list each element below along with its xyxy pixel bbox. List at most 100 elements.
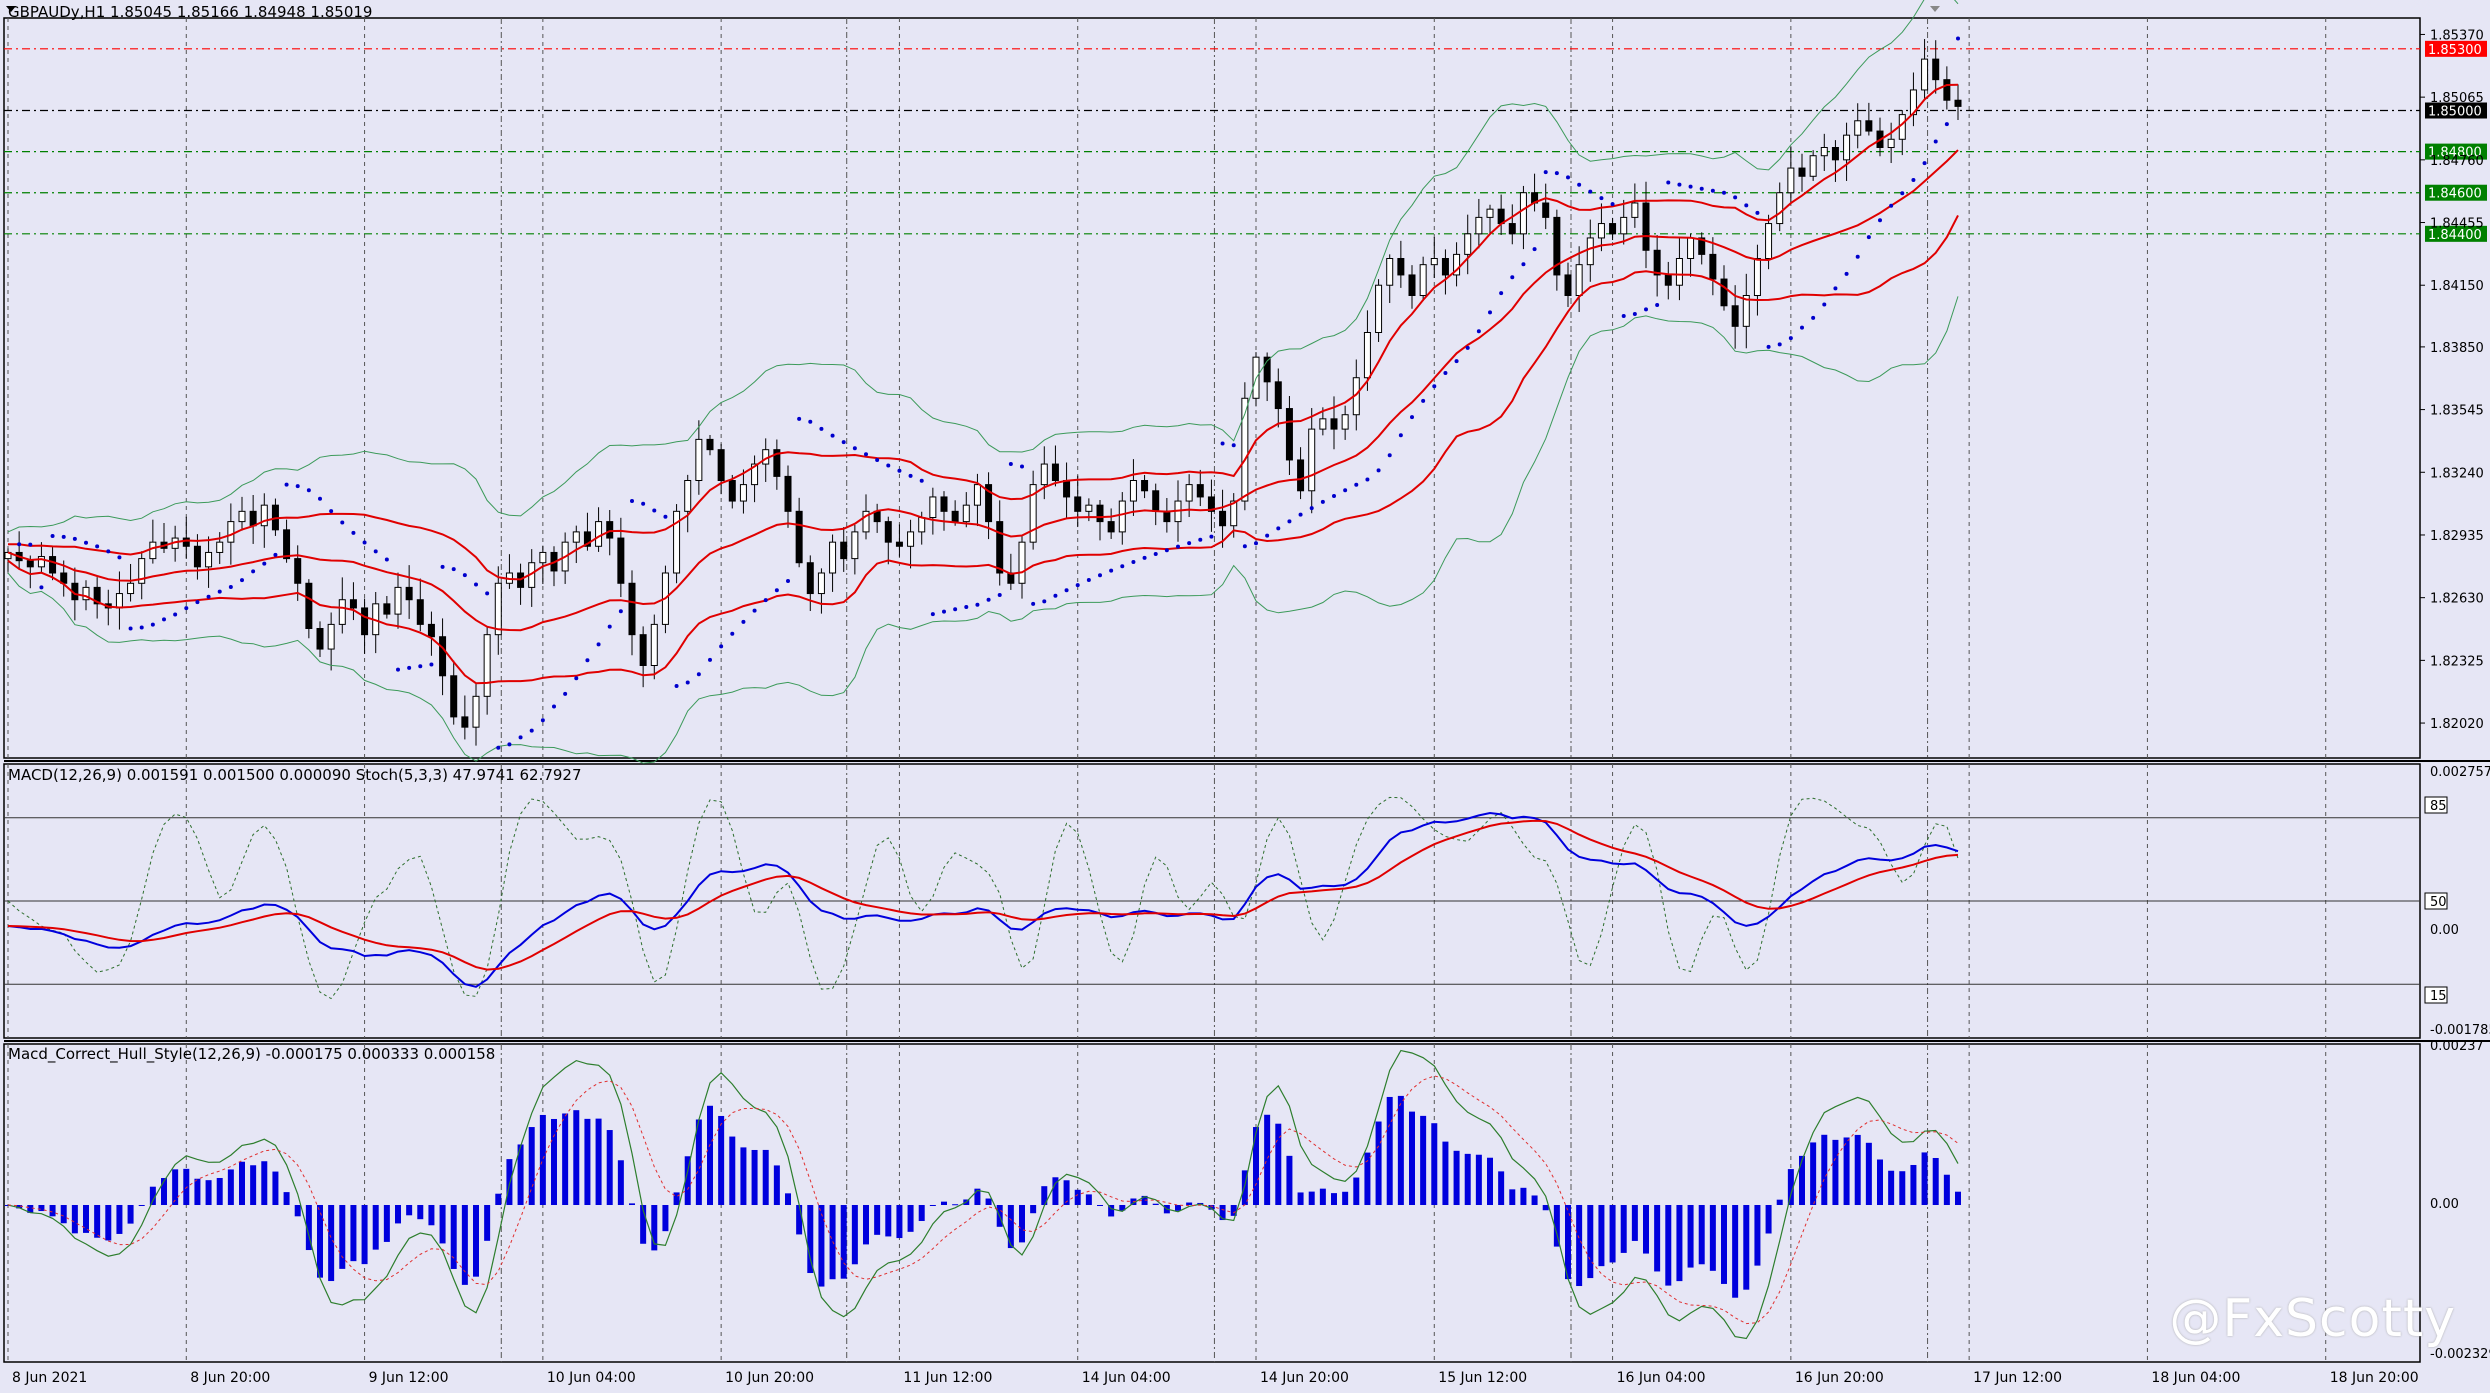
parabolic-sar-dot [1231,443,1236,448]
parabolic-sar-dot [429,662,434,667]
hull-histogram-bar [907,1205,914,1232]
parabolic-sar-dot [1421,398,1426,403]
candle-body [182,537,190,547]
parabolic-sar-dot [17,542,22,547]
candle-body [1486,208,1494,218]
macd-stoch-title: MACD(12,26,9) 0.001591 0.001500 0.000090… [8,766,582,784]
parabolic-sar-dot [1900,191,1905,196]
hull-histogram-bar [272,1171,279,1205]
parabolic-sar-dot [540,718,545,723]
hull-histogram-bar [116,1205,123,1234]
candle-body [1597,223,1605,239]
hull-histogram-bar [194,1178,201,1205]
parabolic-sar-dot [908,473,913,478]
parabolic-sar-dot [228,585,233,590]
candle-body [1687,237,1695,259]
hull-histogram-bar [562,1113,569,1205]
hull-histogram-bar [1676,1205,1683,1282]
candle-body [472,695,480,728]
parabolic-sar-dot [1209,534,1214,539]
hull-histogram-bar [1732,1205,1739,1298]
y-tick-label: 1.84150 [2430,279,2484,294]
hull-histogram-bar [1420,1115,1427,1205]
parabolic-sar-dot [919,478,924,483]
candle-body [1843,134,1851,161]
candle-body [639,634,647,667]
hull-histogram-bar [1531,1195,1538,1205]
candle-body [1341,414,1349,430]
candle-body [1586,237,1594,266]
candle-body [1051,463,1059,481]
macd-line [7,811,1959,988]
candle-body [806,562,814,595]
hull-histogram-bar [1854,1134,1861,1205]
candle-body [951,510,959,523]
parabolic-sar-dot [685,680,690,685]
parabolic-sar-dot [1632,312,1637,316]
hull-histogram-bar [1888,1170,1895,1205]
candle-body [1887,138,1895,148]
parabolic-sar-dot [1878,218,1882,223]
level-tag-text: 1.84600 [2428,187,2482,202]
parabolic-sar-dot [596,642,601,647]
candle-body [1609,223,1617,235]
parabolic-sar-dot [897,468,902,473]
parabolic-sar-dot [1343,488,1348,493]
x-tick-label: 17 Jun 12:00 [1973,1370,2062,1386]
hull-histogram-bar [294,1205,301,1217]
candle-body [193,545,201,568]
hull-histogram-bar [1832,1139,1839,1205]
candle-body [907,531,915,547]
parabolic-sar-dot [1956,36,1960,41]
y-tick-label: 1.82325 [2430,654,2484,669]
hull-histogram-bar [1631,1205,1638,1241]
stochastic-line [7,796,1959,1000]
hull-histogram-bar [729,1136,736,1205]
parabolic-sar-dot [451,567,456,572]
parabolic-sar-dot [1109,568,1114,573]
candle-body [1675,258,1683,286]
candle-body [1163,510,1171,523]
candle-body [1196,484,1204,498]
parabolic-sar-dot [1220,441,1225,446]
hull-histogram-bar [283,1192,290,1205]
candle-body [595,521,603,547]
hull-histogram-bar [1264,1114,1271,1205]
hull-histogram-bar [606,1130,613,1205]
parabolic-sar-dot [1075,583,1080,588]
parabolic-sar-dot [1354,482,1359,487]
parabolic-sar-dot [1287,519,1292,524]
chart-canvas[interactable]: 1.853001.850001.848001.846001.844001.853… [0,0,2490,1389]
hull-histogram-bar [1821,1134,1828,1205]
candle-body [1397,258,1405,276]
candle-body [606,521,614,539]
hull-histogram-bar [172,1169,179,1205]
hull-histogram-bar [1475,1154,1482,1205]
chart-window: 1.85300 1.85000 1.84800 1.84600 1.84400 1.853… [0,0,2490,1389]
parabolic-sar-dot [507,742,512,747]
hull-histogram-bar [1843,1137,1850,1205]
macd-signal-line [7,819,1959,971]
parabolic-sar-dot [162,617,166,622]
hull-histogram-bar [1286,1155,1293,1205]
y-tick-label: 1.82020 [2430,717,2484,732]
y-tick-label: 1.84455 [2430,217,2484,232]
parabolic-sar-dot [318,496,322,501]
candle-body [940,496,948,512]
parabolic-sar-dot [95,544,100,549]
hull-histogram-bar [1877,1159,1883,1205]
hull-histogram-bar [1074,1189,1081,1205]
candle-body [1709,253,1717,280]
candle-body [1854,120,1862,136]
candle-body [1542,202,1550,218]
hull-axis-label: -0.002329 [2430,1347,2490,1362]
hull-histogram-bar [528,1127,535,1205]
hull-histogram-bar [1353,1177,1360,1205]
hull-histogram-bar [773,1165,780,1205]
parabolic-sar-dot [1688,184,1693,189]
candle-body [1430,258,1438,266]
main-pane-frame [3,17,2421,759]
hull-histogram-bar [1932,1157,1939,1205]
candle-body [996,521,1004,574]
parabolic-sar-dot [1588,189,1593,194]
